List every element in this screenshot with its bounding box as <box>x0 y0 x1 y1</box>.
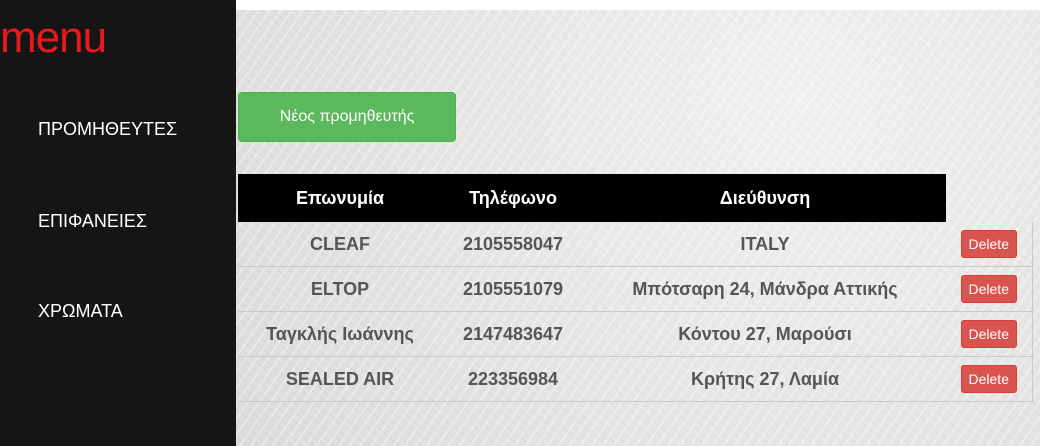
delete-button[interactable]: Delete <box>960 320 1017 348</box>
table-row: CLEAF 2105558047 ITALY Delete <box>238 222 1033 267</box>
cell-phone: 223356984 <box>442 356 584 402</box>
cell-address: ITALY <box>584 222 946 267</box>
cell-address: Κρήτης 27, Λαμία <box>584 356 946 402</box>
cell-name: CLEAF <box>238 222 442 267</box>
sidebar-item-suppliers[interactable]: ΠΡΟΜΗΘΕΥΤΕΣ <box>38 118 177 140</box>
sidebar: menu ΠΡΟΜΗΘΕΥΤΕΣ ΕΠΙΦΑΝΕΙΕΣ ΧΡΩΜΑΤΑ <box>0 0 236 446</box>
table-row: ELTOP 2105551079 Μπότσαρη 24, Μάνδρα Αττ… <box>238 266 1033 312</box>
column-header-actions <box>946 174 1032 222</box>
menu-title: menu <box>0 13 107 62</box>
table-row: SEALED AIR 223356984 Κρήτης 27, Λαμία De… <box>238 356 1033 402</box>
cell-phone: 2105551079 <box>442 266 584 312</box>
table-header-row: Επωνυμία Τηλέφωνο Διεύθυνση <box>238 174 1032 222</box>
cell-address: Μπότσαρη 24, Μάνδρα Αττικής <box>584 266 946 312</box>
new-supplier-button[interactable]: Νέος προμηθευτής <box>238 92 456 142</box>
cell-action: Delete <box>946 266 1033 312</box>
cell-action: Delete <box>946 222 1033 267</box>
sidebar-item-colors[interactable]: ΧΡΩΜΑΤΑ <box>38 300 123 322</box>
column-header-name: Επωνυμία <box>238 174 442 222</box>
cell-phone: 2147483647 <box>442 311 584 357</box>
cell-name: SEALED AIR <box>238 356 442 402</box>
cell-name: ELTOP <box>238 266 442 312</box>
column-header-address: Διεύθυνση <box>584 174 946 222</box>
main-content: Νέος προμηθευτής Επωνυμία Τηλέφωνο Διεύθ… <box>236 10 1040 446</box>
cell-phone: 2105558047 <box>442 222 584 267</box>
delete-button[interactable]: Delete <box>960 365 1017 393</box>
sidebar-item-surfaces[interactable]: ΕΠΙΦΑΝΕΙΕΣ <box>38 210 147 232</box>
cell-name: Ταγκλής Ιωάννης <box>238 311 442 357</box>
suppliers-table: Επωνυμία Τηλέφωνο Διεύθυνση CLEAF 210555… <box>238 174 1033 402</box>
delete-button[interactable]: Delete <box>960 275 1017 303</box>
column-header-phone: Τηλέφωνο <box>442 174 584 222</box>
cell-action: Delete <box>946 311 1033 357</box>
delete-button[interactable]: Delete <box>960 230 1017 258</box>
cell-action: Delete <box>946 356 1033 402</box>
cell-address: Κόντου 27, Μαρούσι <box>584 311 946 357</box>
table-row: Ταγκλής Ιωάννης 2147483647 Κόντου 27, Μα… <box>238 311 1033 357</box>
